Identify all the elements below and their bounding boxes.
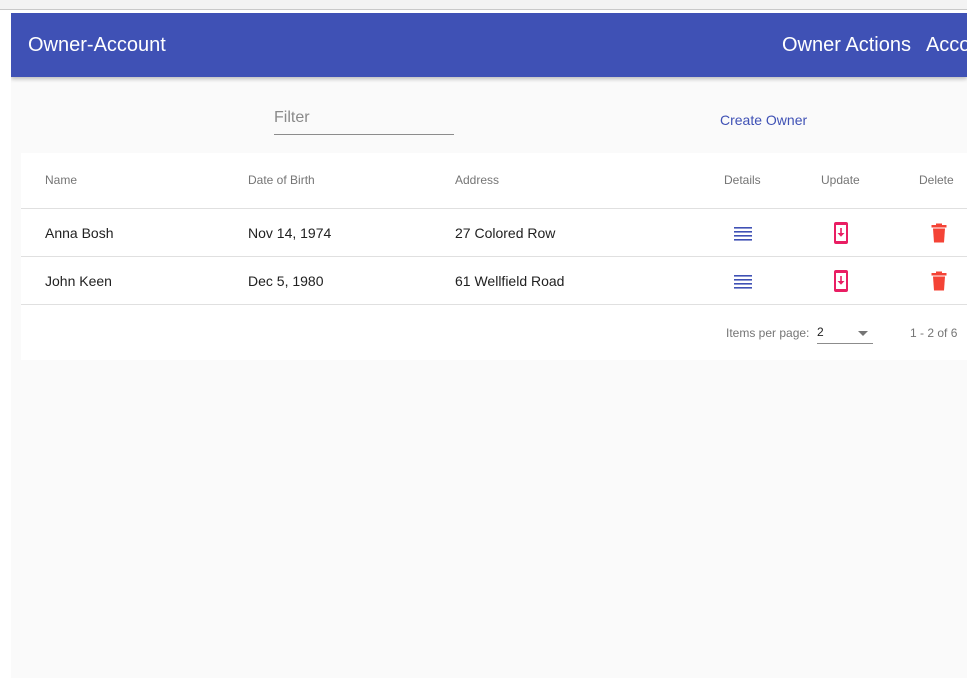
table-header-row: Name Date of Birth Address Details Updat…: [21, 153, 967, 209]
header-update: Update: [821, 173, 860, 187]
cell-date-of-birth: Dec 5, 1980: [248, 273, 324, 289]
header-delete: Delete: [919, 173, 954, 187]
nav-account[interactable]: Acco: [926, 34, 967, 56]
toolbar-nav: Owner Actions Acco: [782, 33, 967, 57]
page-left-gutter: [0, 10, 11, 678]
details-button[interactable]: [732, 270, 754, 292]
update-button[interactable]: [830, 222, 852, 244]
items-per-page-select[interactable]: 2: [817, 323, 873, 344]
create-owner-link[interactable]: Create Owner: [720, 112, 807, 128]
list-icon: [734, 275, 752, 289]
header-address[interactable]: Address: [455, 173, 499, 187]
cell-address: 27 Colored Row: [455, 225, 556, 241]
update-button[interactable]: [830, 270, 852, 292]
cell-date-of-birth: Nov 14, 1974: [248, 225, 332, 241]
phone-update-icon: [834, 222, 848, 244]
delete-button[interactable]: [928, 222, 950, 244]
filter-field: [274, 106, 454, 135]
table-row: Anna Bosh Nov 14, 1974 27 Colored Row: [21, 209, 967, 257]
header-name[interactable]: Name: [45, 173, 77, 187]
dropdown-arrow-icon: [858, 331, 868, 336]
list-icon: [734, 227, 752, 241]
app-toolbar: Owner-Account Owner Actions Acco: [11, 13, 967, 77]
paginator: Items per page: 2 1 - 2 of 6: [21, 305, 967, 360]
page-range-label: 1 - 2 of 6: [910, 326, 958, 340]
trash-icon: [931, 271, 947, 291]
trash-icon: [931, 223, 947, 243]
browser-top-strip: [0, 0, 967, 10]
nav-owner-actions[interactable]: Owner Actions: [782, 34, 911, 56]
filter-input[interactable]: [274, 106, 454, 130]
header-date-of-birth[interactable]: Date of Birth: [248, 173, 315, 187]
owners-table-card: Name Date of Birth Address Details Updat…: [21, 153, 967, 360]
table-row: John Keen Dec 5, 1980 61 Wellfield Road: [21, 257, 967, 305]
items-per-page-label: Items per page:: [726, 326, 810, 340]
items-per-page-value: 2: [817, 325, 824, 339]
delete-button[interactable]: [928, 270, 950, 292]
header-details: Details: [724, 173, 761, 187]
brand-link[interactable]: Owner-Account: [28, 33, 166, 57]
cell-name: Anna Bosh: [45, 225, 114, 241]
app-container: Owner-Account Owner Actions Acco Create O…: [11, 13, 967, 678]
phone-update-icon: [834, 270, 848, 292]
cell-name: John Keen: [45, 273, 112, 289]
cell-address: 61 Wellfield Road: [455, 273, 565, 289]
details-button[interactable]: [732, 222, 754, 244]
